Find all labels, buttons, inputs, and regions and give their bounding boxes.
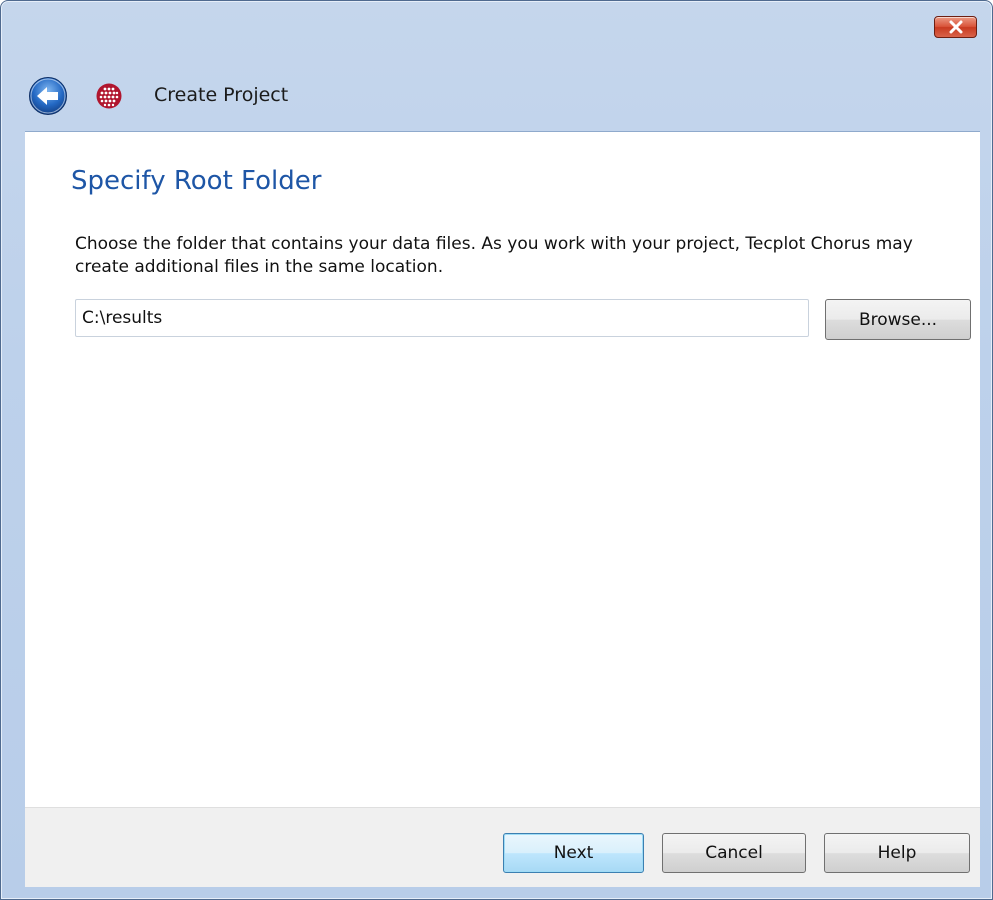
title-bar: Create Project — [1, 1, 992, 131]
page-heading: Specify Root Folder — [71, 166, 322, 196]
help-button[interactable]: Help — [824, 833, 970, 873]
page-description: Choose the folder that contains your dat… — [75, 234, 913, 277]
cancel-button[interactable]: Cancel — [662, 833, 806, 873]
back-arrow-icon[interactable] — [28, 76, 68, 116]
wizard-content: Specify Root Folder Choose the folder th… — [25, 131, 980, 808]
close-icon — [949, 20, 962, 34]
window-title: Create Project — [154, 84, 289, 106]
next-button[interactable]: Next — [503, 833, 644, 873]
close-button[interactable] — [934, 16, 977, 38]
wizard-footer: Next Cancel Help — [25, 807, 980, 887]
create-project-dialog: Create Project Specify Root Folder Choos… — [0, 0, 993, 900]
root-folder-input[interactable] — [75, 299, 809, 337]
tecplot-chorus-logo — [96, 83, 122, 109]
browse-button[interactable]: Browse... — [825, 299, 971, 340]
